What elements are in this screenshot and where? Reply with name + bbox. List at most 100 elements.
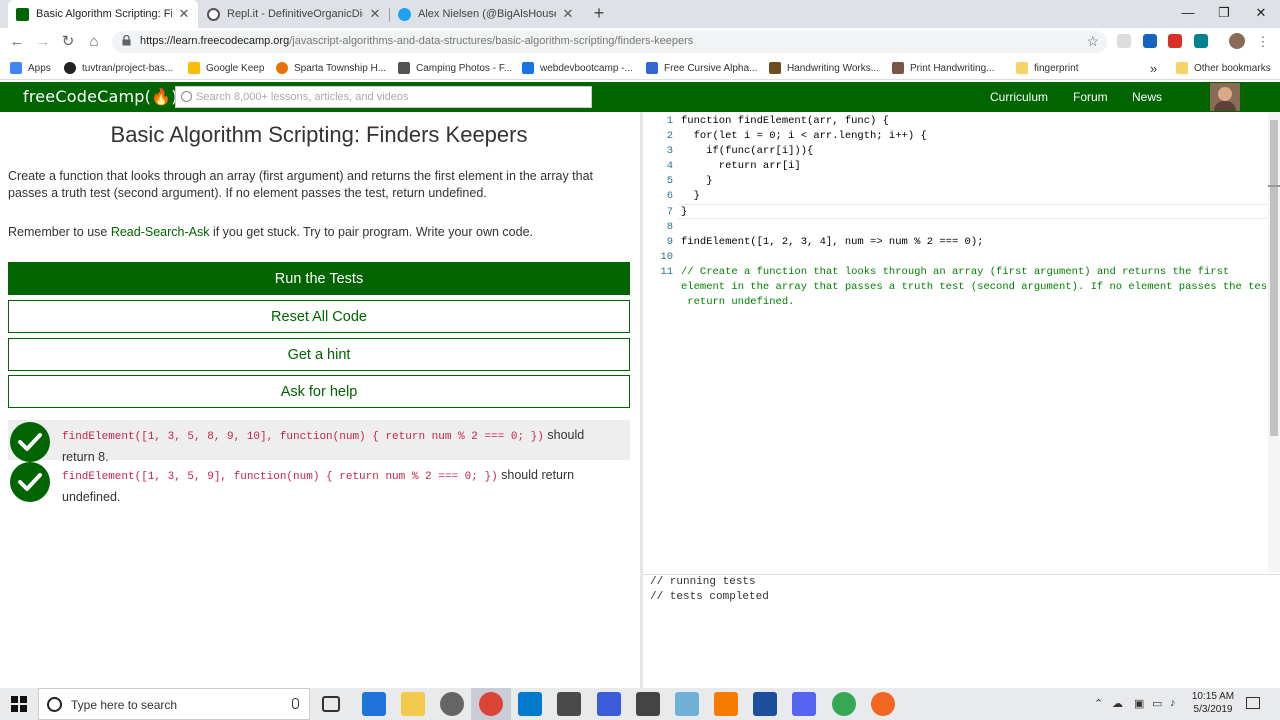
extension-icon[interactable] — [1143, 34, 1157, 48]
remind-suffix: if you get stuck. Try to pair program. W… — [209, 225, 533, 239]
tab-freecodecamp[interactable]: Basic Algorithm Scripting: Finde ✕ — [8, 0, 198, 28]
code-line[interactable]: findElement([1, 2, 3, 4], num => num % 2… — [681, 236, 983, 248]
onedrive-icon[interactable]: ☁ — [1112, 697, 1123, 710]
vlc-icon[interactable] — [714, 692, 738, 716]
discord-icon[interactable] — [792, 692, 816, 716]
app-icon[interactable] — [675, 692, 699, 716]
test-description: findElement([1, 3, 5, 8, 9, 10], functio… — [62, 425, 627, 467]
ask-for-help-button[interactable]: Ask for help — [8, 375, 630, 408]
code-line[interactable]: } — [681, 206, 687, 218]
task-view-icon[interactable] — [322, 696, 340, 712]
extension-icon[interactable] — [1194, 34, 1208, 48]
bookmark-item[interactable]: Free Cursive Alpha... — [646, 60, 757, 76]
system-clock[interactable]: 10:15 AM 5/3/2019 — [1186, 690, 1240, 716]
back-button[interactable]: ← — [8, 33, 26, 51]
code-line[interactable]: } — [681, 175, 712, 187]
gmail-extension-icon[interactable] — [1168, 34, 1182, 48]
cursive-icon — [646, 62, 658, 74]
line-number: 8 — [666, 221, 673, 233]
scrollbar-thumb[interactable] — [1270, 120, 1278, 436]
nav-link-curriculum[interactable]: Curriculum — [990, 90, 1048, 104]
microphone-icon[interactable] — [292, 698, 299, 709]
bookmark-item[interactable]: Sparta Township H... — [276, 60, 386, 76]
code-comment-line[interactable]: element in the array that passes a truth… — [681, 281, 1280, 293]
menu-kebab-icon[interactable]: ⋮ — [1254, 33, 1272, 51]
code-comment-line[interactable]: return undefined. — [681, 296, 794, 308]
forward-button[interactable]: → — [34, 33, 52, 51]
extension-icon[interactable] — [1117, 34, 1131, 48]
file-explorer-icon[interactable] — [401, 692, 425, 716]
code-line[interactable]: function findElement(arr, func) { — [681, 115, 889, 127]
sparta-icon — [276, 62, 288, 74]
github-icon — [64, 62, 76, 74]
close-tab-icon[interactable]: ✕ — [562, 6, 574, 22]
vscode-icon[interactable] — [518, 692, 542, 716]
other-bookmarks[interactable]: Other bookmarks — [1176, 60, 1271, 76]
taskbar-search-box[interactable]: Type here to search — [38, 688, 310, 720]
run-tests-button[interactable]: Run the Tests — [8, 262, 630, 295]
code-line[interactable]: if(func(arr[i])){ — [681, 145, 813, 157]
bookmark-item[interactable]: Handwriting Works... — [769, 60, 879, 76]
user-avatar[interactable] — [1210, 83, 1240, 111]
app-icon[interactable] — [597, 692, 621, 716]
line-number: 10 — [660, 251, 673, 263]
search-input[interactable] — [196, 89, 586, 105]
line-number: 4 — [666, 160, 673, 172]
chrome-icon[interactable] — [479, 692, 503, 716]
edge-icon[interactable] — [362, 692, 386, 716]
app-icon[interactable] — [832, 692, 856, 716]
bookmarks-overflow-button[interactable]: » — [1150, 60, 1157, 76]
minimize-button[interactable]: — — [1170, 0, 1206, 28]
git-icon[interactable] — [557, 692, 581, 716]
fcc-logo[interactable]: freeCodeCamp(🔥) — [23, 87, 178, 106]
app-icon[interactable] — [440, 692, 464, 716]
bookmark-item[interactable]: fingerprint — [1016, 60, 1078, 76]
check-icon — [10, 462, 50, 502]
code-editor[interactable]: 1 2 3 4 5 6 7 8 9 10 11 function findEle… — [643, 112, 1280, 572]
nav-link-forum[interactable]: Forum — [1073, 90, 1108, 104]
profile-avatar[interactable] — [1229, 33, 1245, 49]
bookmark-star-icon[interactable]: ☆ — [1086, 33, 1099, 50]
windows-start-button[interactable] — [0, 688, 38, 720]
editor-scrollbar[interactable] — [1268, 112, 1280, 572]
nav-link-news[interactable]: News — [1132, 90, 1162, 104]
maximize-button[interactable]: ❐ — [1206, 0, 1242, 28]
read-search-ask-link[interactable]: Read-Search-Ask — [111, 225, 210, 239]
bookmark-apps[interactable]: Apps — [10, 60, 51, 76]
network-icon[interactable]: ▭ — [1152, 697, 1162, 710]
action-center-icon[interactable] — [1246, 697, 1260, 709]
tray-app-icon[interactable]: ▣ — [1134, 697, 1144, 710]
powershell-icon[interactable] — [753, 692, 777, 716]
bookmark-item[interactable]: Print Handwriting... — [892, 60, 994, 76]
code-line[interactable]: return arr[i] — [681, 160, 801, 172]
tray-chevron-icon[interactable]: ⌃ — [1094, 697, 1103, 710]
code-comment-line[interactable]: // Create a function that looks through … — [681, 266, 1229, 278]
volume-icon[interactable]: ♪ — [1170, 697, 1176, 709]
close-tab-icon[interactable]: ✕ — [178, 6, 190, 22]
url-text[interactable]: https://learn.freecodecamp.org/javascrip… — [140, 35, 693, 47]
close-window-button[interactable]: ✕ — [1243, 0, 1279, 28]
close-tab-icon[interactable]: ✕ — [369, 6, 381, 22]
photos-icon — [398, 62, 410, 74]
tab-twitter[interactable]: Alex Nielsen (@BigAlsHouse) | Tw ✕ — [390, 0, 582, 28]
bookmarks-bar: Apps tuvtran/project-bas... Google Keep … — [0, 56, 1280, 80]
get-hint-button[interactable]: Get a hint — [8, 338, 630, 371]
bookmark-item[interactable]: webdevbootcamp -... — [522, 60, 633, 76]
bookmark-label: Google Keep — [206, 62, 265, 74]
reset-code-button[interactable]: Reset All Code — [8, 300, 630, 333]
app-icon[interactable] — [871, 692, 895, 716]
calculator-icon[interactable] — [636, 692, 660, 716]
reload-button[interactable]: ↻ — [59, 33, 77, 51]
bookmark-item[interactable]: Camping Photos - F... — [398, 60, 512, 76]
code-line[interactable]: for(let i = 0; i < arr.length; i++) { — [681, 130, 927, 142]
tab-replit[interactable]: Repl.it - DefinitiveOrganicDiction ✕ — [199, 0, 389, 28]
bookmark-item[interactable]: Google Keep — [188, 60, 264, 76]
code-line[interactable]: } — [681, 190, 700, 202]
bookmark-label: webdevbootcamp -... — [540, 62, 633, 74]
bookmark-item[interactable]: tuvtran/project-bas... — [64, 60, 173, 76]
freecodecamp-favicon-icon — [16, 7, 29, 21]
new-tab-button[interactable]: + — [590, 4, 608, 22]
home-button[interactable]: ⌂ — [85, 33, 103, 51]
address-bar[interactable]: https://learn.freecodecamp.org/javascrip… — [112, 31, 1107, 53]
fcc-search-box[interactable] — [175, 86, 592, 108]
